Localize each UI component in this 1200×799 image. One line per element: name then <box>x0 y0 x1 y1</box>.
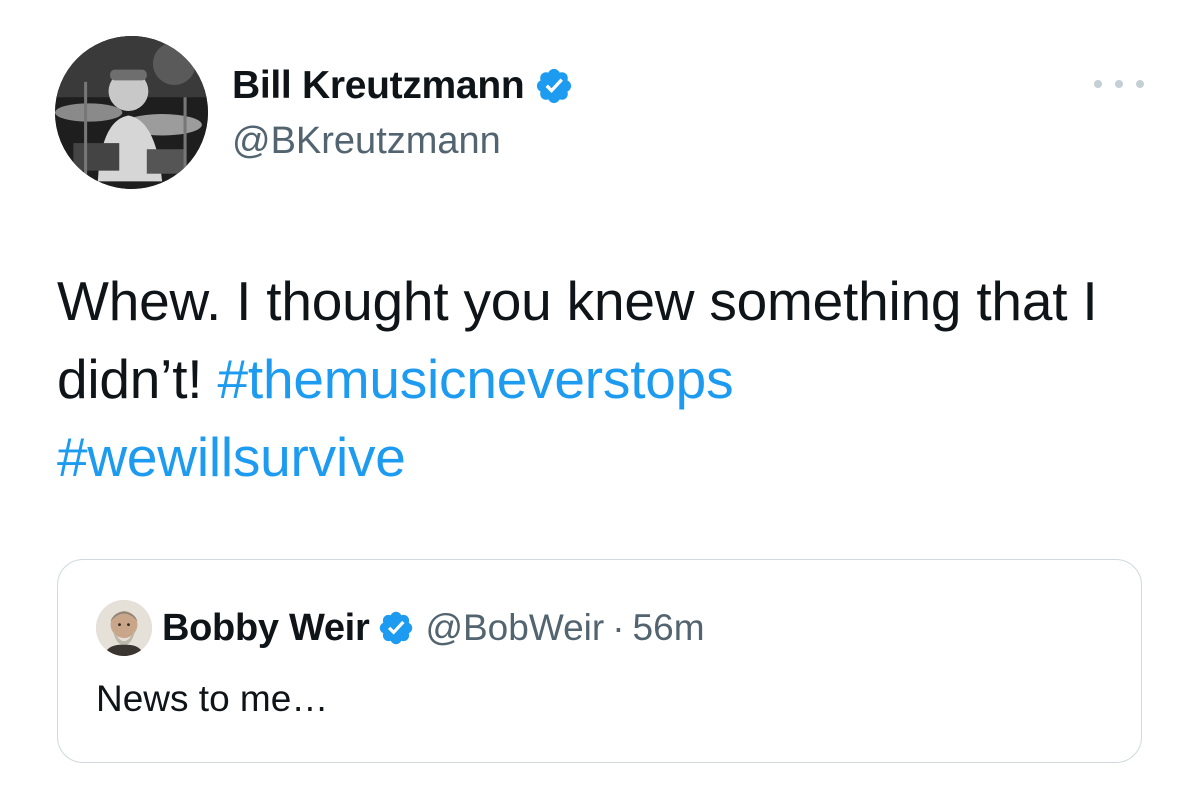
quoted-author-avatar <box>96 600 152 656</box>
more-options-button[interactable] <box>1094 72 1144 96</box>
bearded-man-photo-icon <box>96 600 152 656</box>
drummer-photo-icon <box>55 36 208 189</box>
quoted-tweet-card[interactable]: Bobby Weir @BobWeir · 56m News to me… <box>57 559 1142 763</box>
quoted-tweet-timestamp[interactable]: 56m <box>633 607 705 649</box>
quoted-tweet-text: News to me… <box>96 678 329 719</box>
quoted-tweet-header: Bobby Weir @BobWeir · 56m <box>96 600 705 656</box>
quoted-author-name[interactable]: Bobby Weir <box>162 607 370 650</box>
verified-badge-icon <box>377 609 415 647</box>
author-name[interactable]: Bill Kreutzmann <box>232 64 525 108</box>
verified-badge-icon <box>534 66 574 106</box>
ellipsis-icon <box>1136 80 1144 88</box>
tweet-text: Whew. I thought you knew something that … <box>57 262 1157 496</box>
author-name-row: Bill Kreutzmann <box>232 62 574 110</box>
quoted-author-handle[interactable]: @BobWeir <box>425 607 604 649</box>
author-info: Bill Kreutzmann @BKreutzmann <box>232 62 574 163</box>
separator-dot: · <box>612 607 625 648</box>
tweet: Bill Kreutzmann @BKreutzmann Whew. I tho… <box>0 0 1200 799</box>
hashtag-link[interactable]: #wewillsurvive <box>57 426 406 488</box>
hashtag-link[interactable]: #themusicneverstops <box>217 348 733 410</box>
ellipsis-icon <box>1094 80 1102 88</box>
ellipsis-icon <box>1115 80 1123 88</box>
author-avatar[interactable] <box>55 36 208 189</box>
author-handle[interactable]: @BKreutzmann <box>232 120 574 163</box>
